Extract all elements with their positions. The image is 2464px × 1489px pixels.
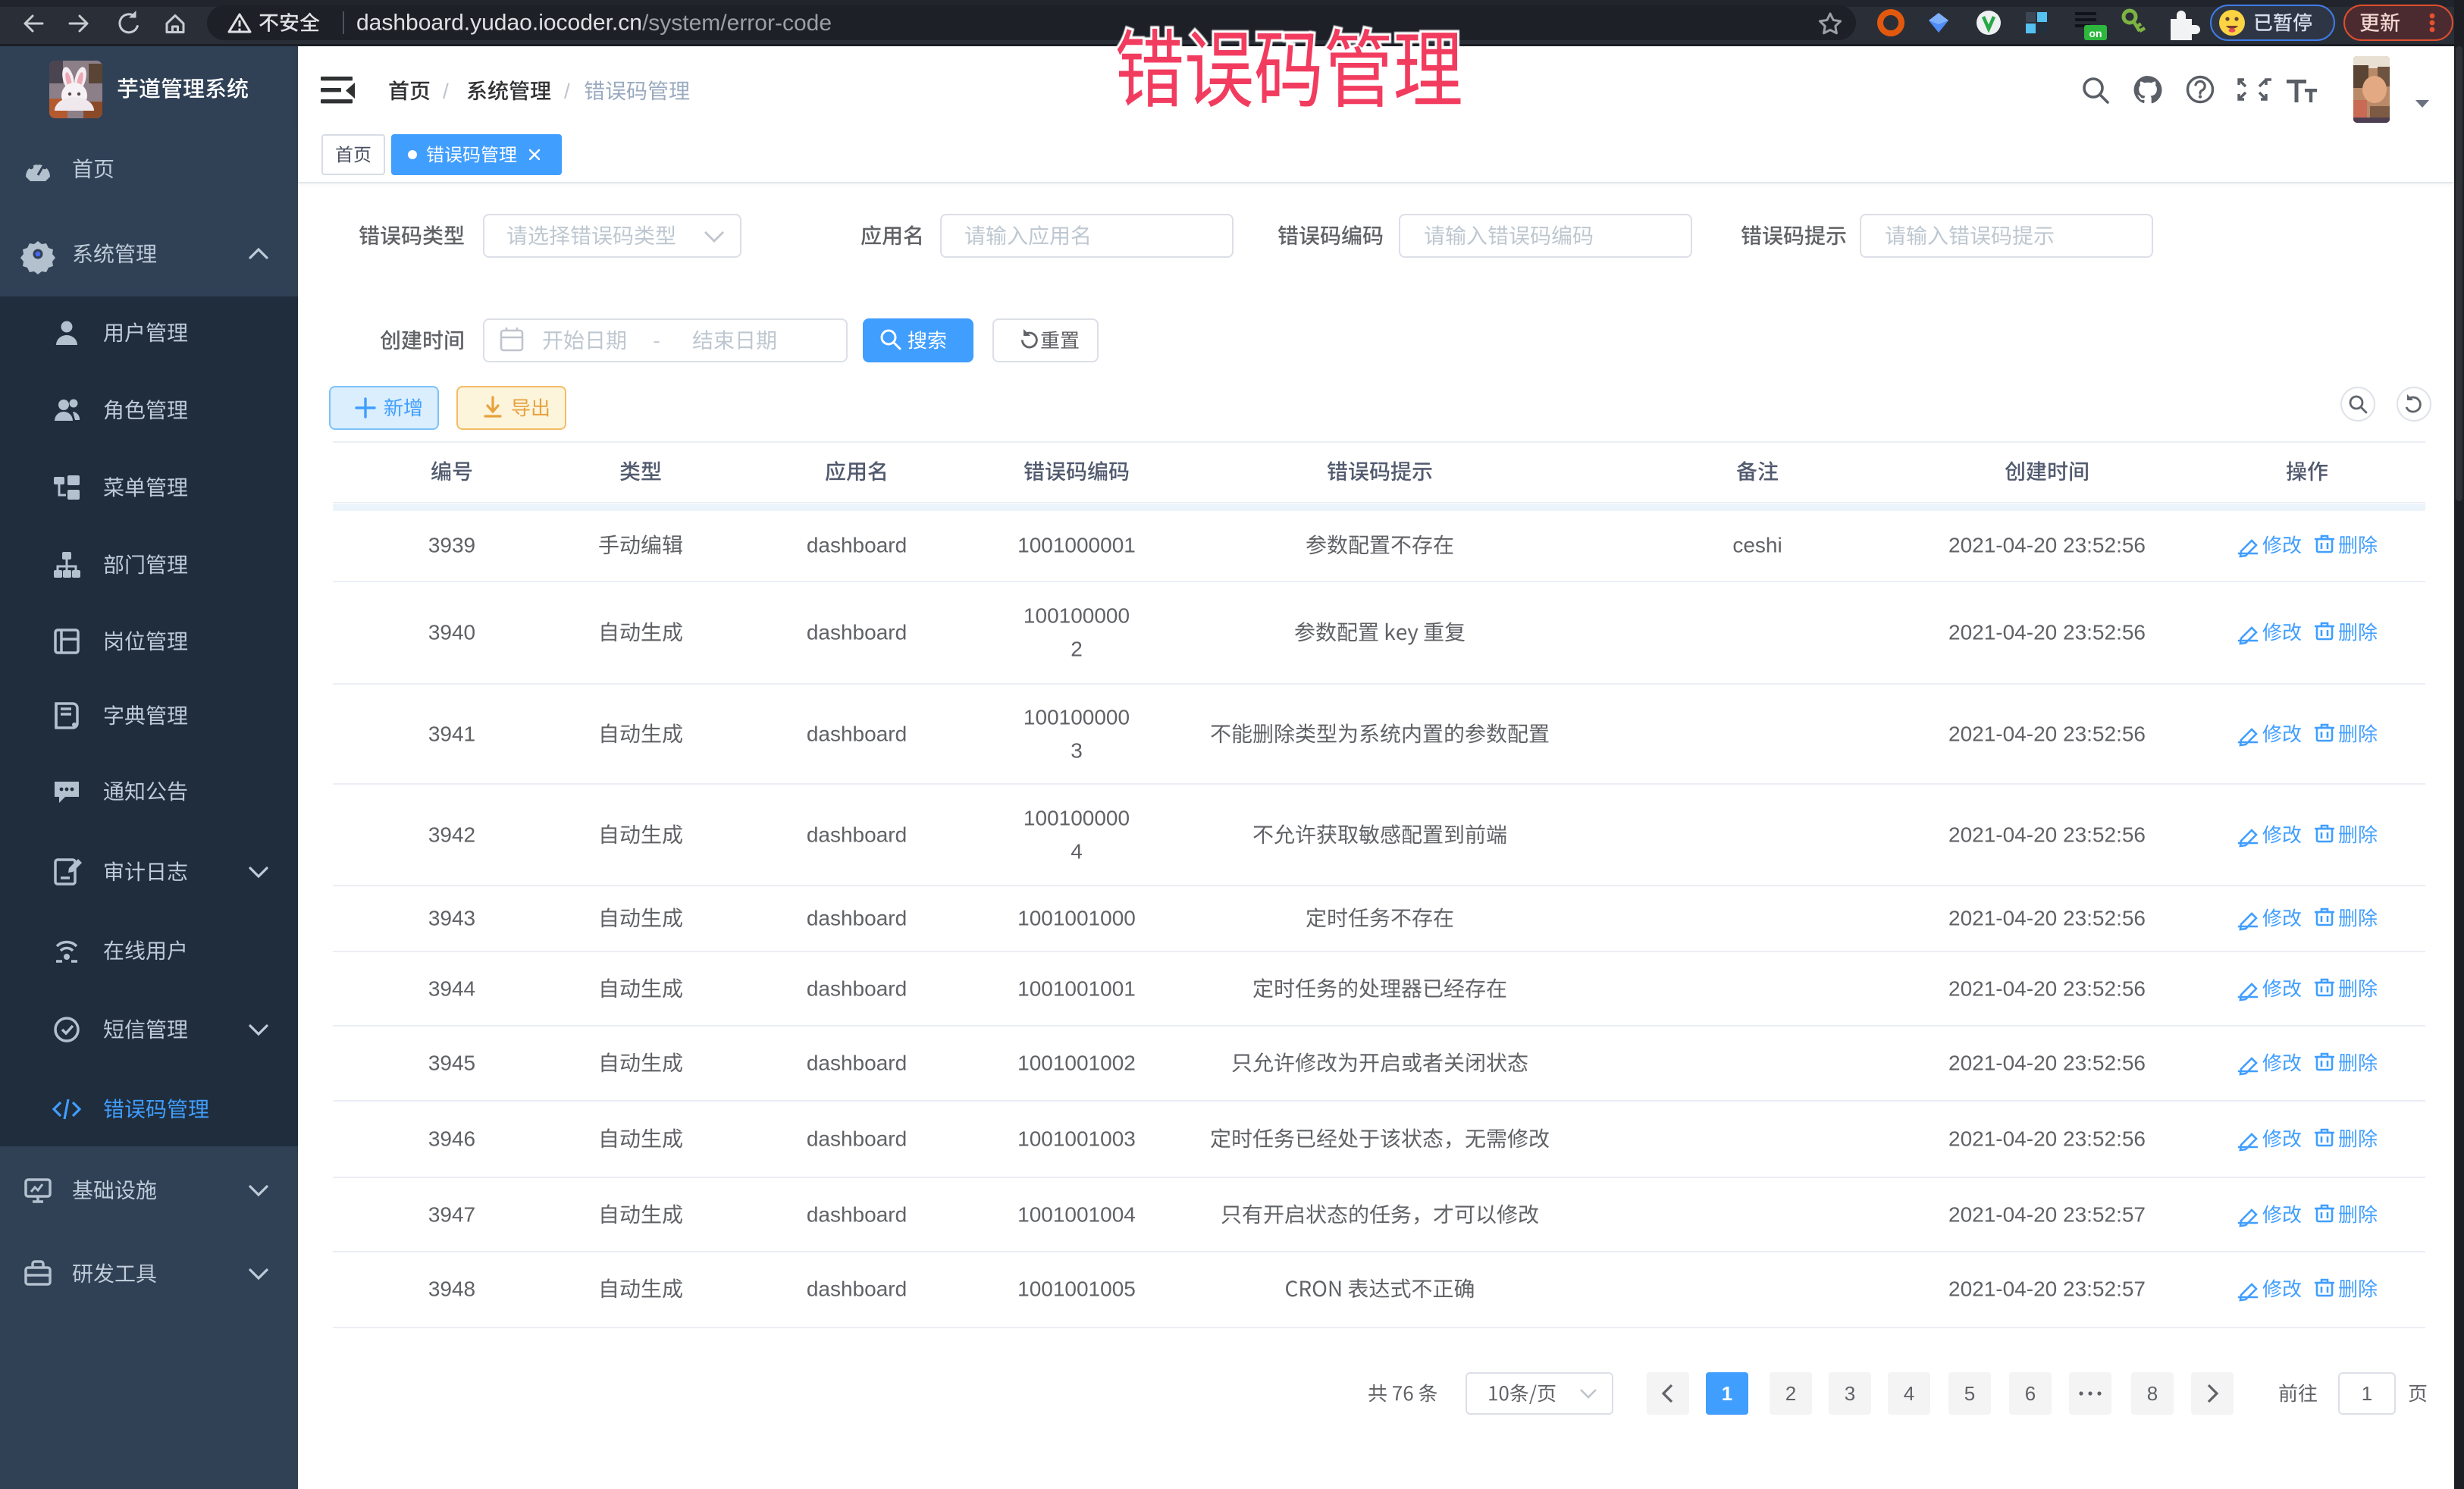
svg-text:dashboard: dashboard bbox=[807, 977, 907, 1001]
svg-text:2021-04-20 23:52:56: 2021-04-20 23:52:56 bbox=[1948, 907, 2146, 930]
svg-text:3942: 3942 bbox=[428, 823, 475, 847]
svg-text:1001001000: 1001001000 bbox=[1017, 907, 1136, 930]
svg-text:3940: 3940 bbox=[428, 621, 475, 644]
svg-text:1001000001: 1001000001 bbox=[1017, 534, 1136, 557]
svg-text:2021-04-20 23:52:56: 2021-04-20 23:52:56 bbox=[1948, 534, 2146, 557]
svg-text:2: 2 bbox=[1071, 638, 1083, 661]
svg-text:2021-04-20 23:52:57: 2021-04-20 23:52:57 bbox=[1948, 1277, 2146, 1301]
svg-text:dashboard: dashboard bbox=[807, 534, 907, 557]
svg-text:2021-04-20 23:52:56: 2021-04-20 23:52:56 bbox=[1948, 1127, 2146, 1151]
svg-text:3939: 3939 bbox=[428, 534, 475, 557]
svg-text:1001001001: 1001001001 bbox=[1017, 977, 1136, 1001]
svg-text:100100000: 100100000 bbox=[1024, 706, 1130, 729]
svg-text:3943: 3943 bbox=[428, 907, 475, 930]
svg-text:dashboard: dashboard bbox=[807, 723, 907, 746]
svg-text:2021-04-20 23:52:56: 2021-04-20 23:52:56 bbox=[1948, 723, 2146, 746]
svg-text:3948: 3948 bbox=[428, 1277, 475, 1301]
svg-text:3945: 3945 bbox=[428, 1052, 475, 1075]
svg-text:3946: 3946 bbox=[428, 1127, 475, 1151]
svg-text:1001001003: 1001001003 bbox=[1017, 1127, 1136, 1151]
svg-text:dashboard: dashboard bbox=[807, 1127, 907, 1151]
svg-text:100100000: 100100000 bbox=[1024, 604, 1130, 628]
svg-text:2021-04-20 23:52:56: 2021-04-20 23:52:56 bbox=[1948, 621, 2146, 644]
svg-text:3947: 3947 bbox=[428, 1203, 475, 1227]
svg-text:100100000: 100100000 bbox=[1024, 807, 1130, 830]
svg-text:3941: 3941 bbox=[428, 723, 475, 746]
svg-text:4: 4 bbox=[1071, 840, 1083, 864]
svg-text:dashboard: dashboard bbox=[807, 1052, 907, 1075]
svg-text:1001001004: 1001001004 bbox=[1017, 1203, 1136, 1227]
svg-text:3944: 3944 bbox=[428, 977, 475, 1001]
svg-text:2021-04-20 23:52:57: 2021-04-20 23:52:57 bbox=[1948, 1203, 2146, 1227]
svg-text:dashboard: dashboard bbox=[807, 1203, 907, 1227]
svg-text:dashboard: dashboard bbox=[807, 1277, 907, 1301]
svg-text:dashboard: dashboard bbox=[807, 621, 907, 644]
svg-text:2021-04-20 23:52:56: 2021-04-20 23:52:56 bbox=[1948, 1052, 2146, 1075]
svg-text:dashboard: dashboard bbox=[807, 907, 907, 930]
svg-text:2021-04-20 23:52:56: 2021-04-20 23:52:56 bbox=[1948, 823, 2146, 847]
svg-text:1001001005: 1001001005 bbox=[1017, 1277, 1136, 1301]
svg-text:3: 3 bbox=[1071, 739, 1083, 763]
svg-text:ceshi: ceshi bbox=[1732, 534, 1782, 557]
svg-text:dashboard: dashboard bbox=[807, 823, 907, 847]
svg-text:1001001002: 1001001002 bbox=[1017, 1052, 1136, 1075]
svg-text:2021-04-20 23:52:56: 2021-04-20 23:52:56 bbox=[1948, 977, 2146, 1001]
